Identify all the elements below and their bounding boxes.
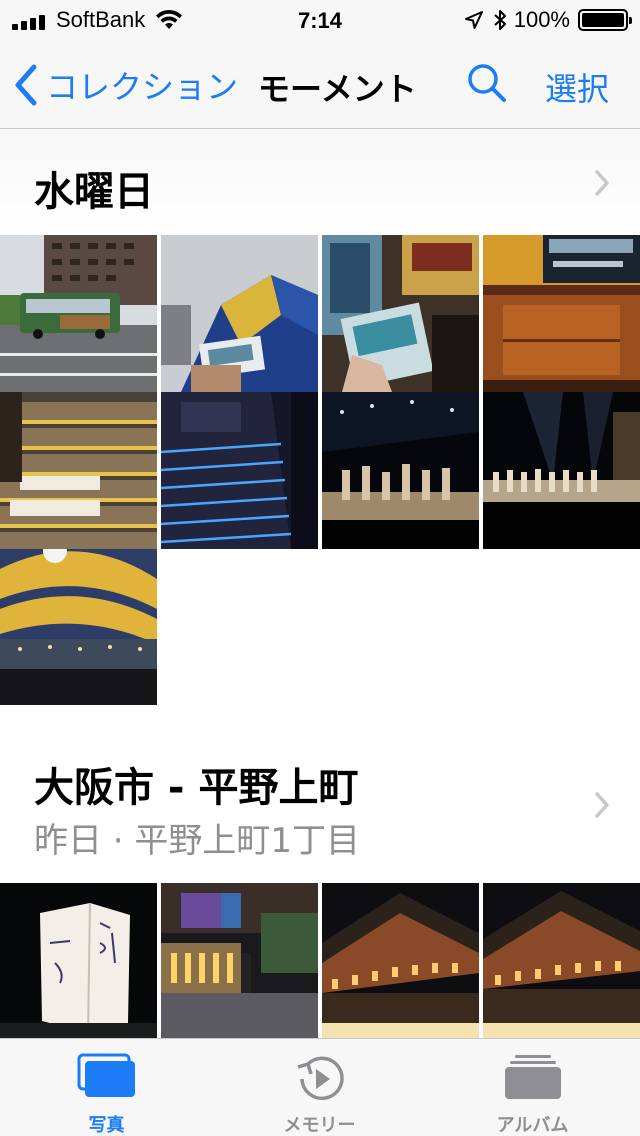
photo-thumbnail-lantern[interactable] [0,883,157,1040]
chevron-right-icon[interactable] [594,169,610,197]
photos-icon [77,1053,135,1097]
status-right: 100% [464,6,632,34]
tab-label: アルバム [496,1115,569,1136]
photo-thumbnail-stage-show[interactable] [322,392,479,549]
battery-level [582,13,624,27]
back-button[interactable]: コレクション [14,62,238,108]
battery-percent: 100% [513,7,570,32]
photo-thumbnail-stage-finale[interactable] [483,392,640,549]
tab-label: メモリー [283,1115,356,1136]
moment-photo-grid-2 [0,883,640,1040]
photo-thumbnail-temple-night-2[interactable] [483,883,640,1040]
tab-albums[interactable]: アルバム [426,1039,639,1136]
tab-photos[interactable]: 写真 [0,1039,213,1136]
moment-subtitle: 昨日 · 平野上町1丁目 [34,821,361,861]
page-title: モーメント [258,70,417,108]
photo-thumbnail-temple-steps[interactable] [161,883,318,1040]
moment-photo-grid-1 [0,235,640,706]
photo-thumbnail-kurios-sign[interactable] [483,235,640,392]
bluetooth-icon [494,10,506,30]
moment-header-wednesday[interactable]: 水曜日 [0,129,640,235]
select-button[interactable]: 選択 [545,64,609,110]
photo-thumbnail-tickets-hand[interactable] [322,235,479,392]
search-button[interactable] [466,62,508,108]
albums-icon [504,1055,561,1099]
location-arrow-icon [464,11,483,29]
moment-header-hirano[interactable]: 大阪市 - 平野上町 昨日 · 平野上町1丁目 [0,705,640,883]
moment-title: 水曜日 [34,169,154,215]
chevron-right-icon[interactable] [594,791,610,819]
photo-thumbnail-tent-ticket[interactable] [161,235,318,392]
navigation-bar: コレクション モーメント 選択 [0,40,640,129]
chevron-left-icon [15,64,37,106]
memories-icon [296,1056,344,1100]
back-button-label: コレクション [46,68,239,106]
tab-label: 写真 [88,1115,125,1136]
photo-thumbnail-stairs-sign[interactable] [0,392,157,549]
photo-thumbnail-temple-night-1[interactable] [322,883,479,1040]
photo-thumbnail-big-top-interior[interactable] [0,549,157,706]
photo-thumbnail-bus-street[interactable] [0,235,157,392]
photo-thumbnail-blue-stairs[interactable] [161,392,318,549]
tab-bar: 写真 メモリー アルバム [0,1038,640,1136]
moment-title: 大阪市 - 平野上町 [34,765,359,811]
battery-icon [578,9,632,31]
status-bar: SoftBank 7:14 100% [0,0,640,40]
tab-memories[interactable]: メモリー [213,1039,426,1136]
search-icon [468,64,506,102]
